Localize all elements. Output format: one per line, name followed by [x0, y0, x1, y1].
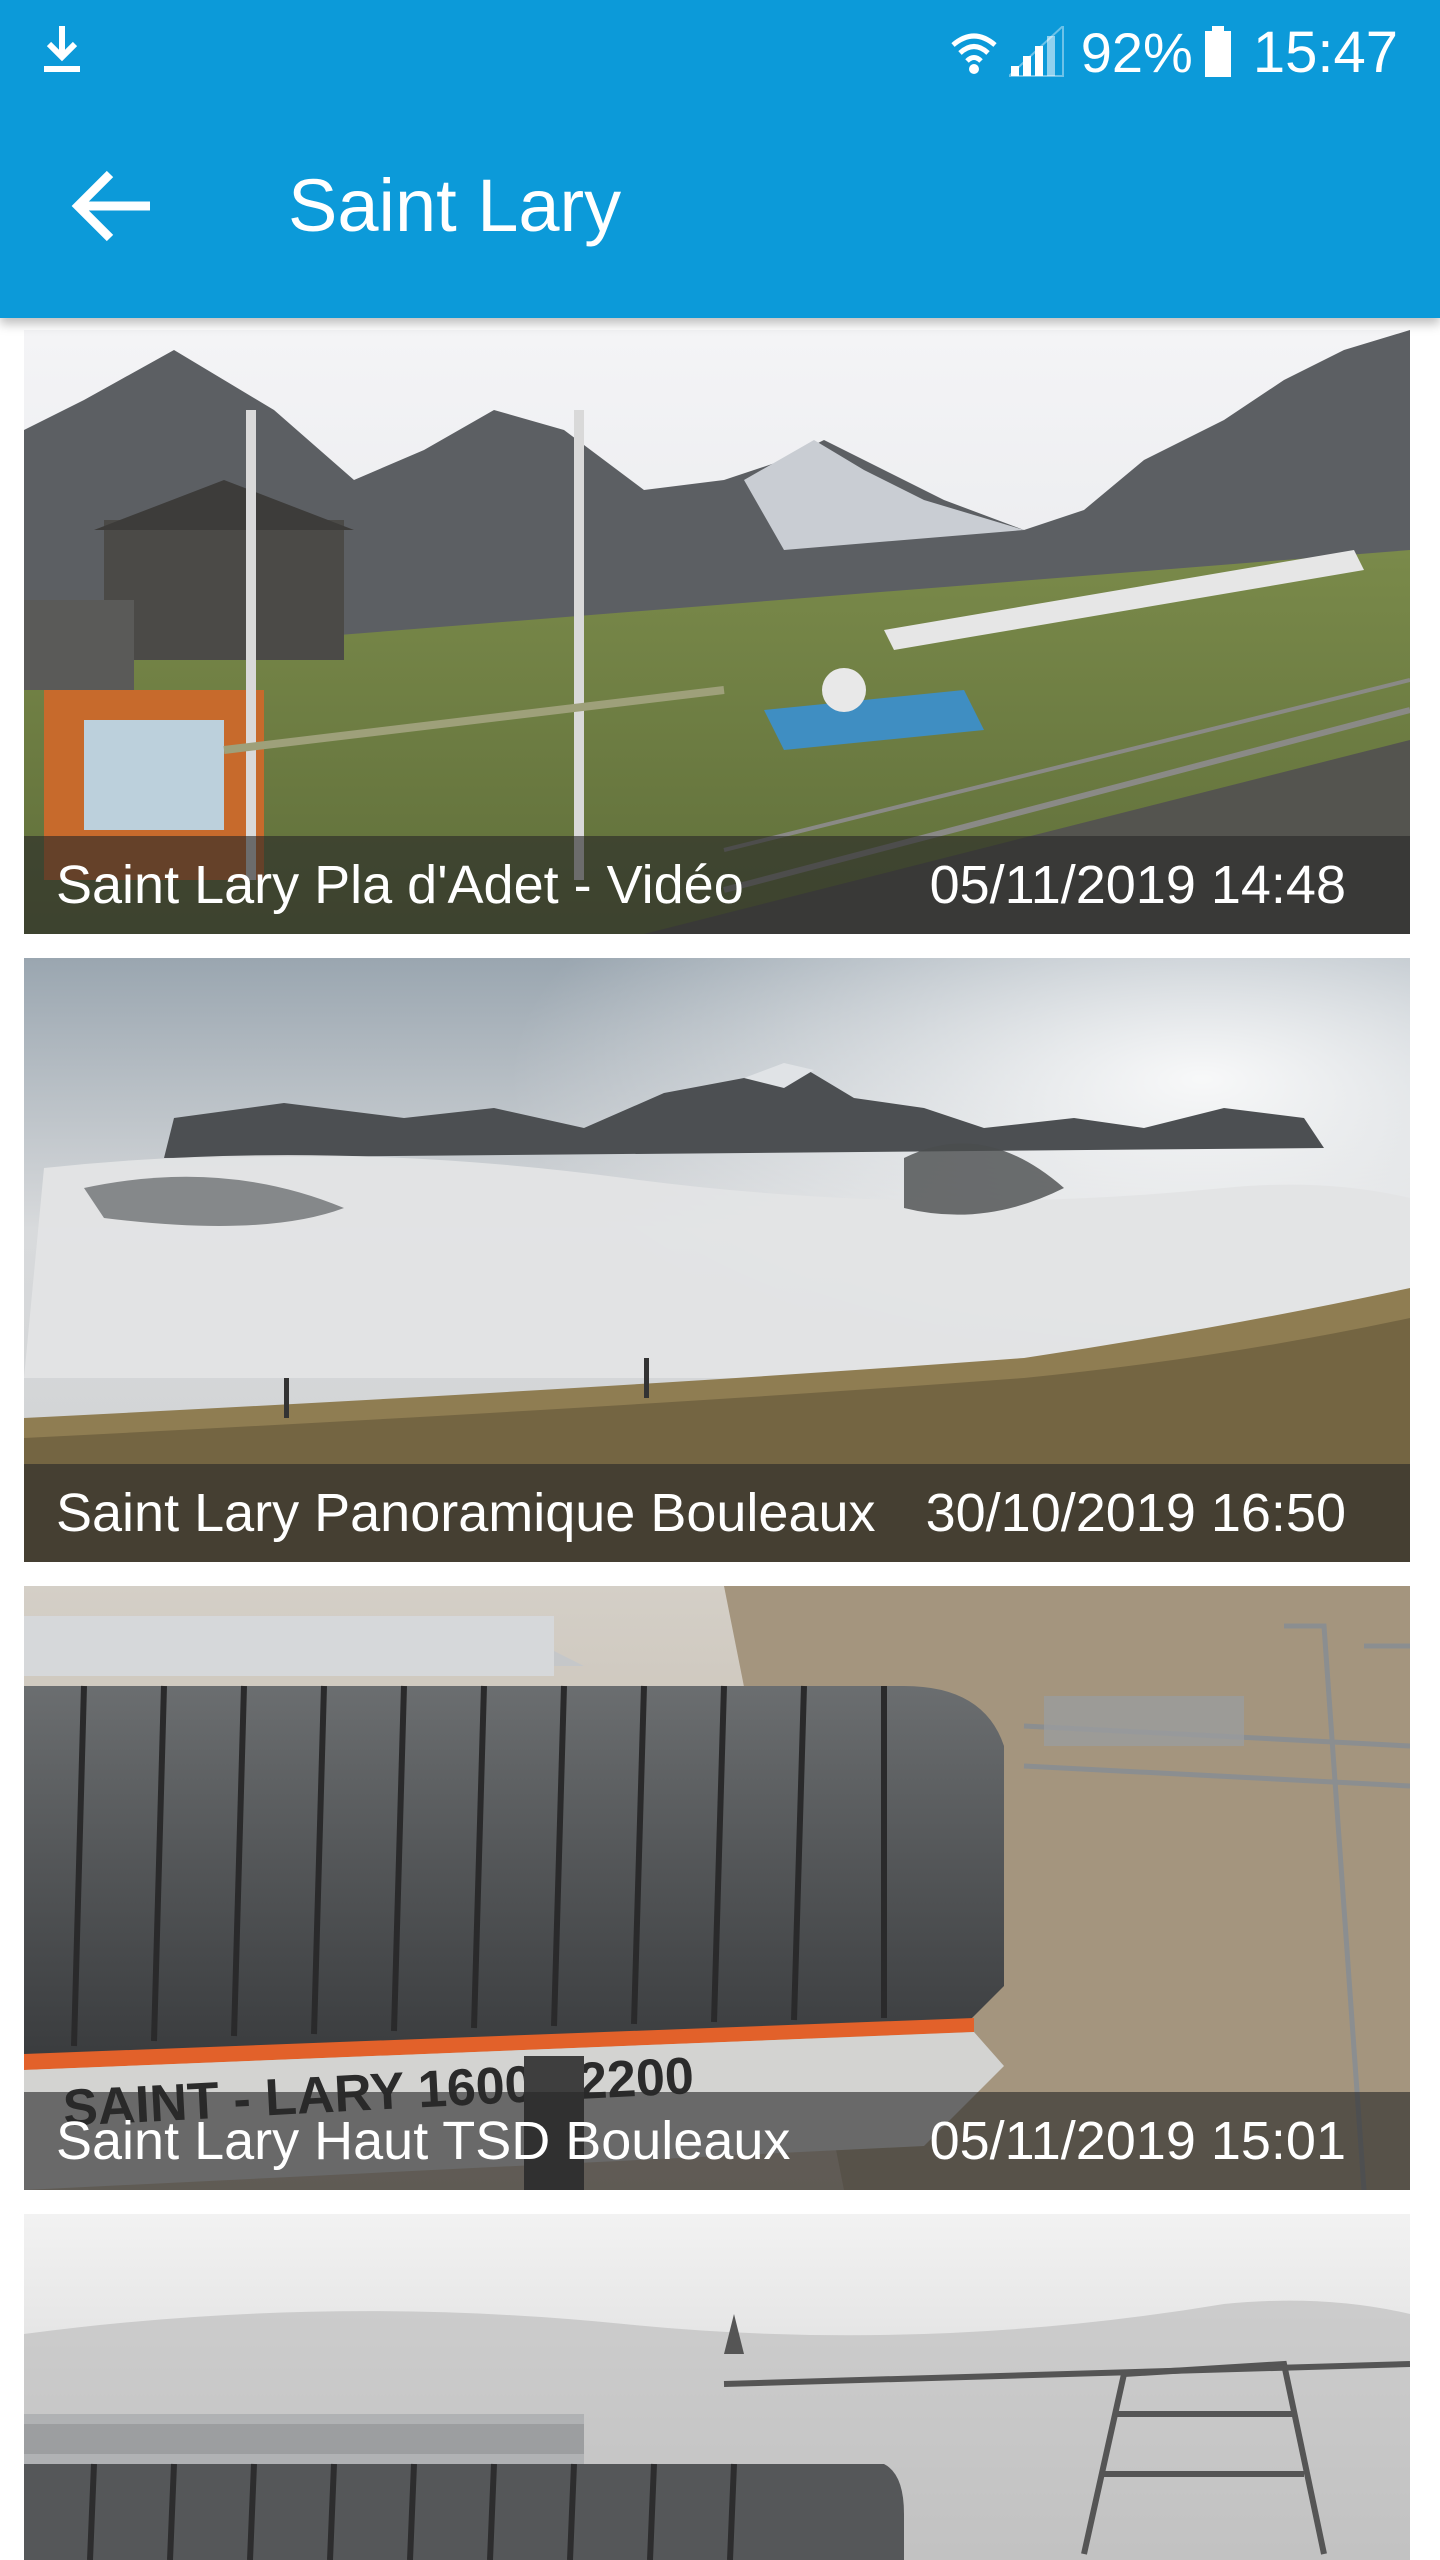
webcam-timestamp: 05/11/2019 15:01 [929, 2111, 1346, 2171]
page-title: Saint Lary [288, 164, 622, 247]
webcam-card[interactable]: Saint Lary Pla d'Adet - Vidéo 05/11/2019… [24, 330, 1410, 934]
app-bar: 92% 15:47 Saint Lary [0, 0, 1440, 318]
status-icons: 92% 15:47 [949, 14, 1398, 90]
webcam-name: Saint Lary Panoramique Bouleaux [56, 1483, 876, 1543]
webcam-card[interactable]: Saint Lary Panoramique Bouleaux 30/10/20… [24, 958, 1410, 1562]
battery-percent: 92% [1080, 20, 1193, 84]
webcam-timestamp: 30/10/2019 16:50 [925, 1483, 1346, 1543]
webcam-caption: Saint Lary Pla d'Adet - Vidéo 05/11/2019… [24, 836, 1410, 934]
webcam-caption: Saint Lary Haut TSD Bouleaux 05/11/2019 … [24, 2092, 1410, 2190]
webcam-name: Saint Lary Haut TSD Bouleaux [56, 2111, 791, 2171]
webcam-caption: Saint Lary Panoramique Bouleaux 30/10/20… [24, 1464, 1410, 1562]
webcam-timestamp: 05/11/2019 14:48 [929, 855, 1346, 915]
wifi-icon [951, 33, 997, 74]
status-bar: 92% 15:47 [0, 0, 1440, 104]
webcam-card[interactable] [24, 2214, 1410, 2560]
signal-icon [1008, 26, 1064, 77]
battery-icon [1204, 26, 1231, 77]
download-icon [44, 26, 80, 72]
webcam-image [24, 2214, 1410, 2560]
webcam-card[interactable]: SAINT - LARY 1600 >2200 Saint Lary Haut … [24, 1586, 1410, 2190]
webcam-name: Saint Lary Pla d'Adet - Vidéo [56, 855, 744, 915]
status-time: 15:47 [1252, 19, 1398, 85]
arrow-back-icon[interactable] [70, 168, 154, 244]
